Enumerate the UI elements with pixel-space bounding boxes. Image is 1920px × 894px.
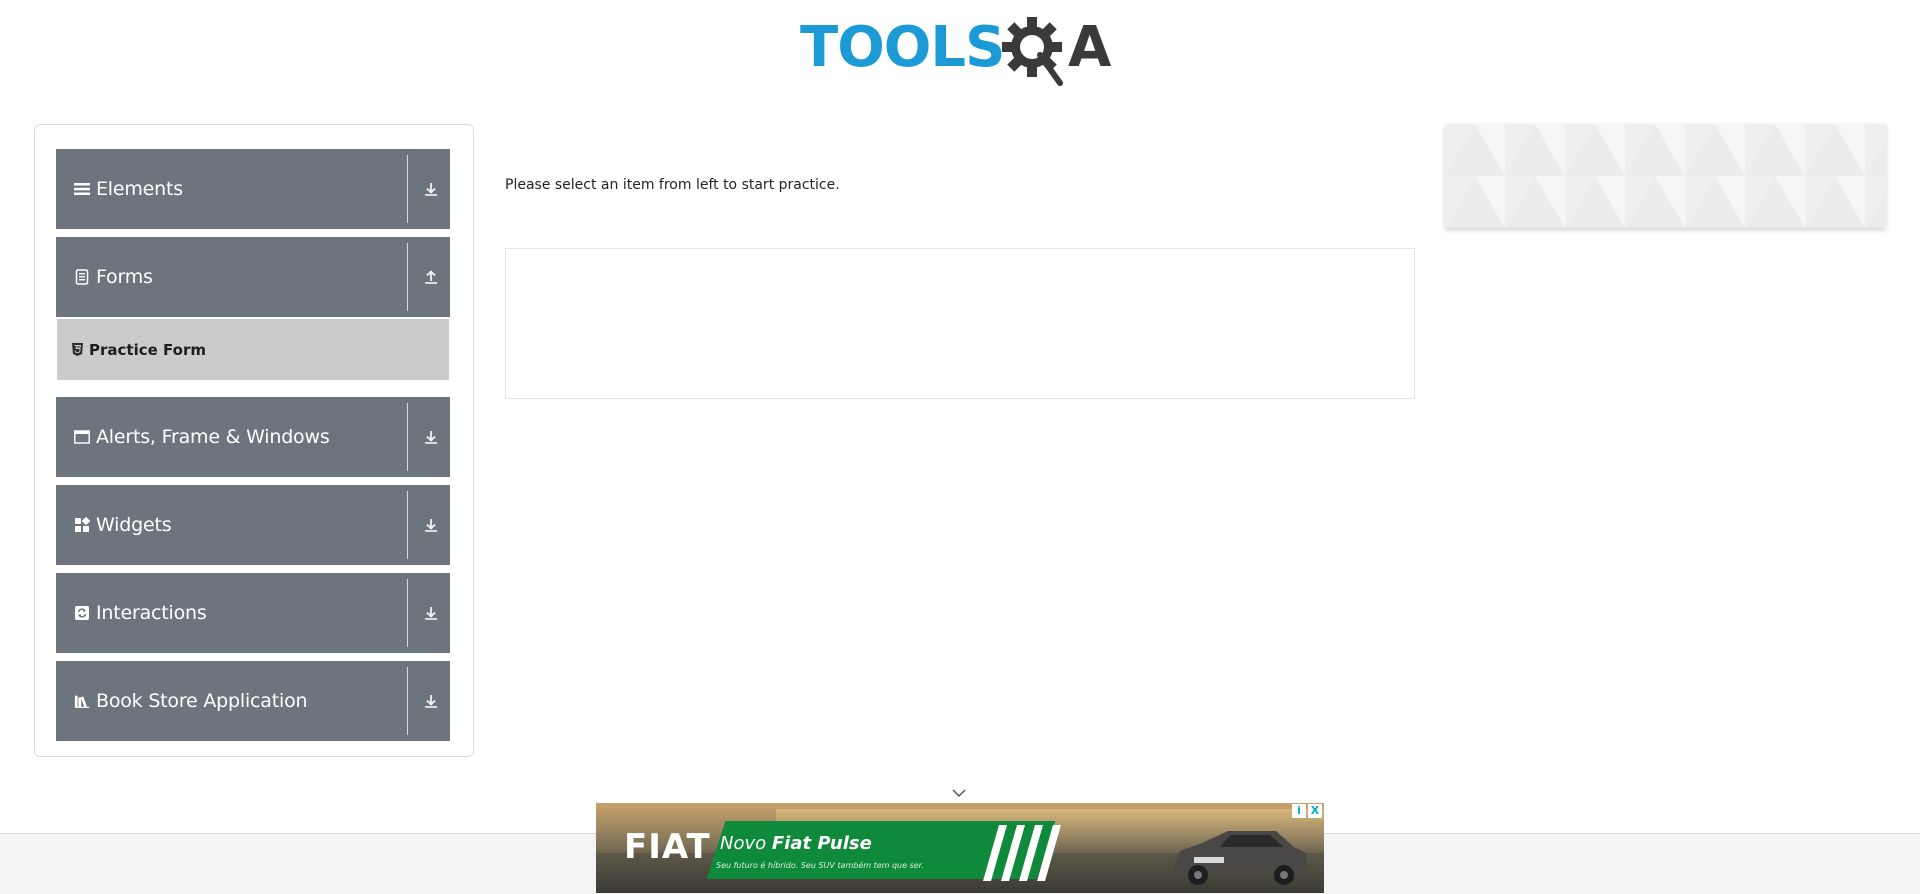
fiat-logo: FIAT bbox=[624, 827, 711, 867]
download-arrow-icon[interactable] bbox=[421, 179, 441, 199]
list-icon bbox=[74, 181, 90, 197]
left-panel: Elements Forms Practice Form Alerts, Fra… bbox=[34, 124, 474, 757]
divider bbox=[407, 491, 408, 559]
promo-subtitle: Seu futuro é híbrido. Seu SUV também tem… bbox=[716, 861, 924, 870]
sidebar-group-forms[interactable]: Forms bbox=[56, 237, 450, 317]
form-icon bbox=[74, 269, 90, 285]
divider bbox=[407, 155, 408, 223]
download-arrow-icon[interactable] bbox=[421, 691, 441, 711]
download-arrow-icon[interactable] bbox=[421, 603, 441, 623]
content-area bbox=[505, 248, 1415, 399]
sidebar-group-elements[interactable]: Elements bbox=[56, 149, 450, 229]
stripes-graphic bbox=[983, 825, 1061, 881]
ad-choices[interactable]: i X bbox=[1292, 804, 1322, 818]
interactions-icon bbox=[74, 605, 90, 621]
ad-info-icon[interactable]: i bbox=[1292, 804, 1306, 818]
logo-text-a: A bbox=[1068, 15, 1112, 80]
book-icon bbox=[74, 693, 90, 709]
divider bbox=[407, 667, 408, 735]
divider bbox=[407, 243, 408, 311]
download-arrow-icon[interactable] bbox=[421, 515, 441, 535]
car-image bbox=[1174, 831, 1308, 885]
upload-arrow-icon[interactable] bbox=[421, 267, 441, 287]
sidebar-group-title: Interactions bbox=[96, 602, 207, 624]
sidebar-group-title: Book Store Application bbox=[96, 690, 308, 712]
divider bbox=[407, 579, 408, 647]
download-arrow-icon[interactable] bbox=[421, 427, 441, 447]
widgets-icon bbox=[74, 517, 90, 533]
ad-close-icon[interactable]: X bbox=[1308, 804, 1322, 818]
sidebar-group-title: Widgets bbox=[96, 514, 172, 536]
sidebar-group-alerts-frame-windows[interactable]: Alerts, Frame & Windows bbox=[56, 397, 450, 477]
divider bbox=[407, 403, 408, 471]
sidebar-item-practice-form[interactable]: Practice Form bbox=[57, 319, 449, 380]
sidebar-group-title: Alerts, Frame & Windows bbox=[96, 426, 330, 448]
sidebar-group-interactions[interactable]: Interactions bbox=[56, 573, 450, 653]
sidebar-group-title: Forms bbox=[96, 266, 153, 288]
window-icon bbox=[74, 429, 90, 445]
promo-title: Novo Fiat Pulse bbox=[720, 833, 872, 854]
html5-icon bbox=[71, 343, 83, 357]
instruction-text: Please select an item from left to start… bbox=[505, 177, 840, 193]
logo-text-tools: TOOLS bbox=[800, 15, 1004, 80]
gear-icon bbox=[1002, 17, 1063, 86]
sidebar-group-title: Elements bbox=[96, 178, 183, 200]
toolsqa-logo[interactable]: TOOLS A bbox=[800, 14, 1125, 94]
chevron-down-icon[interactable] bbox=[951, 787, 967, 799]
fiat-banner-ad[interactable]: FIAT Novo Fiat Pulse Seu futuro é híbrid… bbox=[596, 803, 1324, 893]
sidebar-group-book-store-application[interactable]: Book Store Application bbox=[56, 661, 450, 741]
sidebar-item-label: Practice Form bbox=[89, 340, 206, 359]
sidebar-group-widgets[interactable]: Widgets bbox=[56, 485, 450, 565]
ad-placeholder bbox=[1445, 124, 1886, 228]
